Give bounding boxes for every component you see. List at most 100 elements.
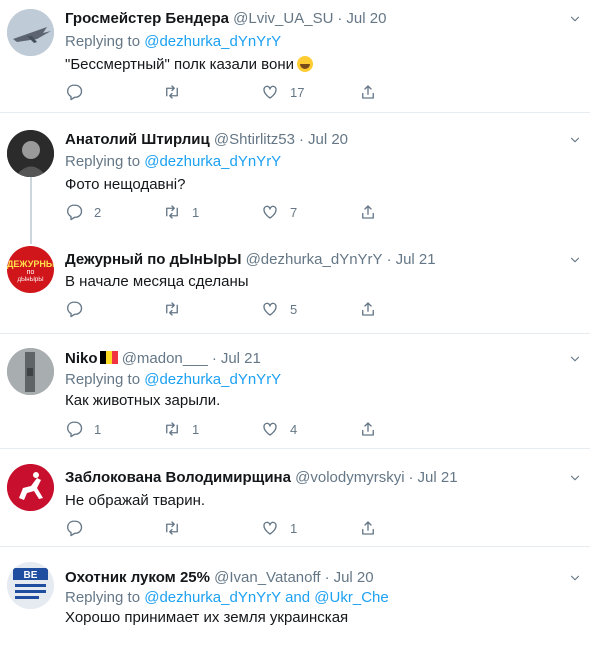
caret-down-icon[interactable] <box>568 133 582 147</box>
username[interactable]: @Lviv_UA_SU <box>233 10 333 27</box>
display-name[interactable]: Niko <box>65 350 98 367</box>
caret-down-icon[interactable] <box>568 571 582 585</box>
timestamp[interactable]: Jul 20 <box>346 10 386 27</box>
username[interactable]: @Shtirlitz53 <box>214 131 295 148</box>
share-button[interactable] <box>359 518 377 538</box>
tweet-actions: 17 <box>65 82 385 102</box>
reply-button[interactable] <box>65 518 94 538</box>
share-button[interactable] <box>359 82 377 102</box>
share-icon <box>359 519 377 537</box>
retweet-button[interactable] <box>163 82 192 102</box>
timestamp[interactable]: Jul 21 <box>396 251 436 268</box>
tweet[interactable]: Заблокована Володимирщина @volodymyrskyi… <box>0 450 590 547</box>
share-button[interactable] <box>359 419 377 439</box>
replying-to: Replying to @dezhurka_dYnYrY <box>65 33 282 50</box>
tweet-text: В начале месяца сделаны <box>65 273 249 290</box>
replying-to: Replying to @dezhurka_dYnYrY <box>65 371 282 388</box>
retweet-icon <box>163 300 181 318</box>
avatar[interactable] <box>7 9 54 56</box>
reply-button[interactable] <box>65 299 94 319</box>
caret-down-icon[interactable] <box>568 12 582 26</box>
mention-link[interactable]: @dezhurka_dYnYrY <box>144 33 281 50</box>
tweet[interactable]: ВЕ Охотник луком 25% @Ivan_Vatanoff · Jul … <box>0 548 590 669</box>
username[interactable]: @Ivan_Vatanoff <box>214 569 320 586</box>
tweet[interactable]: Niko @madon___ · Jul 21 Replying to @dezhu… <box>0 335 590 449</box>
mention-link[interactable]: @Ukr_Che <box>314 589 388 606</box>
tweet-header: Анатолий Штирлиц @Shtirlitz53 · Jul 20 <box>65 131 349 148</box>
like-icon <box>261 83 279 101</box>
avatar[interactable]: ВЕ <box>7 562 54 609</box>
retweet-icon <box>163 83 181 101</box>
share-icon <box>359 300 377 318</box>
tweet-text: Как животных зарыли. <box>65 392 221 409</box>
jet-avatar-image <box>7 9 54 56</box>
replying-to: Replying to @dezhurka_dYnYrY and @Ukr_Ch… <box>65 589 389 606</box>
mention-link[interactable]: @dezhurka_dYnYrY <box>144 589 281 606</box>
reply-button[interactable]: 1 <box>65 419 101 439</box>
reply-icon <box>65 420 83 438</box>
photo-avatar-image <box>7 348 54 395</box>
tweet[interactable]: Гросмейстер Бендера @Lviv_UA_SU · Jul 20 R… <box>0 0 590 113</box>
share-icon <box>359 83 377 101</box>
thread-line <box>30 174 32 230</box>
display-name[interactable]: Гросмейстер Бендера <box>65 10 229 27</box>
reply-button[interactable] <box>65 82 94 102</box>
display-name[interactable]: Анатолий Штирлиц <box>65 131 210 148</box>
avatar[interactable] <box>7 130 54 177</box>
retweet-button[interactable] <box>163 299 192 319</box>
like-button[interactable]: 1 <box>261 518 297 538</box>
display-name[interactable]: Охотник луком 25% <box>65 569 210 586</box>
tweet-actions: 5 <box>65 299 385 319</box>
avatar[interactable] <box>7 464 54 511</box>
timestamp[interactable]: Jul 21 <box>418 469 458 486</box>
tweet-header: Niko @madon___ · Jul 21 <box>65 350 261 367</box>
avatar[interactable] <box>7 348 54 395</box>
tweet-actions: 1 <box>65 518 385 538</box>
like-button[interactable]: 4 <box>261 419 297 439</box>
like-icon <box>261 300 279 318</box>
mention-and: and <box>285 589 311 606</box>
tweet-actions: 1 1 4 <box>65 419 385 439</box>
share-button[interactable] <box>359 299 377 319</box>
username[interactable]: @volodymyrskyi <box>295 469 404 486</box>
display-name[interactable]: Дежурный по дЫнЫрЫ <box>65 251 241 268</box>
like-button[interactable]: 17 <box>261 82 304 102</box>
share-button[interactable] <box>359 202 377 222</box>
retweet-button[interactable]: 1 <box>163 419 199 439</box>
like-button[interactable]: 5 <box>261 299 297 319</box>
like-icon <box>261 420 279 438</box>
replying-to: Replying to @dezhurka_dYnYrY <box>65 153 282 170</box>
tweet[interactable]: Анатолий Штирлиц @Shtirlitz53 · Jul 20 Rep… <box>0 114 590 230</box>
tweet-text: Не ображай тварин. <box>65 492 206 509</box>
reply-icon <box>65 83 83 101</box>
username[interactable]: @dezhurka_dYnYrY <box>246 251 383 268</box>
timestamp[interactable]: Jul 20 <box>334 569 374 586</box>
share-icon <box>359 203 377 221</box>
timestamp[interactable]: Jul 20 <box>308 131 348 148</box>
caret-down-icon[interactable] <box>568 471 582 485</box>
caret-down-icon[interactable] <box>568 352 582 366</box>
retweet-icon <box>163 203 181 221</box>
username[interactable]: @madon___ <box>122 350 208 367</box>
retweet-icon <box>163 420 181 438</box>
like-button[interactable]: 7 <box>261 202 297 222</box>
reply-icon <box>65 300 83 318</box>
retweet-button[interactable]: 1 <box>163 202 199 222</box>
mention-link[interactable]: @dezhurka_dYnYrY <box>144 371 281 388</box>
tweet-actions: 2 1 7 <box>65 202 385 222</box>
grinning-emoji-icon <box>297 56 313 72</box>
timestamp[interactable]: Jul 21 <box>221 350 261 367</box>
display-name[interactable]: Заблокована Володимирщина <box>65 469 291 486</box>
portrait-avatar-image <box>7 130 54 177</box>
tweet-header: Заблокована Володимирщина @volodymyrskyi… <box>65 469 458 486</box>
tweet[interactable]: ДЕЖУРНЫЙ по дЫнЫрЫ Дежурный по дЫнЫрЫ @d… <box>0 230 590 334</box>
caret-down-icon[interactable] <box>568 253 582 267</box>
reply-icon <box>65 203 83 221</box>
reply-button[interactable]: 2 <box>65 202 101 222</box>
retweet-button[interactable] <box>163 518 192 538</box>
mention-link[interactable]: @dezhurka_dYnYrY <box>144 153 281 170</box>
avatar[interactable]: ДЕЖУРНЫЙ по дЫнЫрЫ <box>7 246 54 293</box>
like-icon <box>261 203 279 221</box>
tweet-header: Гросмейстер Бендера @Lviv_UA_SU · Jul 20 <box>65 10 387 27</box>
tweet-text: Фото нещодавні? <box>65 176 186 193</box>
